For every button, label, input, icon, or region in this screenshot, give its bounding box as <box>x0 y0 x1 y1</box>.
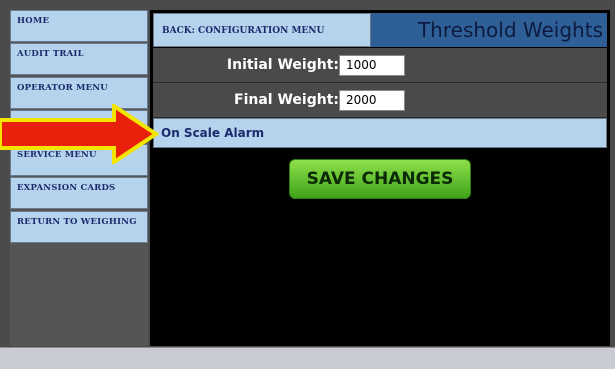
save-changes-button[interactable]: SAVE CHANGES <box>289 159 471 199</box>
sidebar: HOME AUDIT TRAIL OPERATOR MENU SERVICE M… <box>10 10 148 346</box>
red-arrow-annotation <box>0 104 160 164</box>
initial-weight-label: Initial Weight: <box>226 57 339 73</box>
arrow-shape <box>0 104 160 164</box>
initial-weight-input[interactable]: 1000 <box>339 55 405 76</box>
sidebar-item-expansion-cards[interactable]: EXPANSION CARDS <box>10 177 148 209</box>
footer-bar <box>0 347 615 369</box>
on-scale-alarm-row[interactable]: On Scale Alarm <box>153 118 607 148</box>
initial-weight-row: Initial Weight: 1000 <box>153 48 607 83</box>
page-title: Threshold Weights <box>371 13 607 47</box>
final-weight-input[interactable]: 2000 <box>339 90 405 111</box>
sidebar-item-audit-trail[interactable]: AUDIT TRAIL <box>10 43 148 75</box>
sidebar-item-home[interactable]: HOME <box>10 10 148 42</box>
main-panel: BACK: CONFIGURATION MENU Threshold Weigh… <box>150 10 610 346</box>
back-configuration-menu-button[interactable]: BACK: CONFIGURATION MENU <box>153 13 371 47</box>
sidebar-item-return-to-weighing[interactable]: RETURN TO WEIGHING <box>10 211 148 243</box>
final-weight-row: Final Weight: 2000 <box>153 83 607 118</box>
final-weight-label: Final Weight: <box>234 92 339 108</box>
